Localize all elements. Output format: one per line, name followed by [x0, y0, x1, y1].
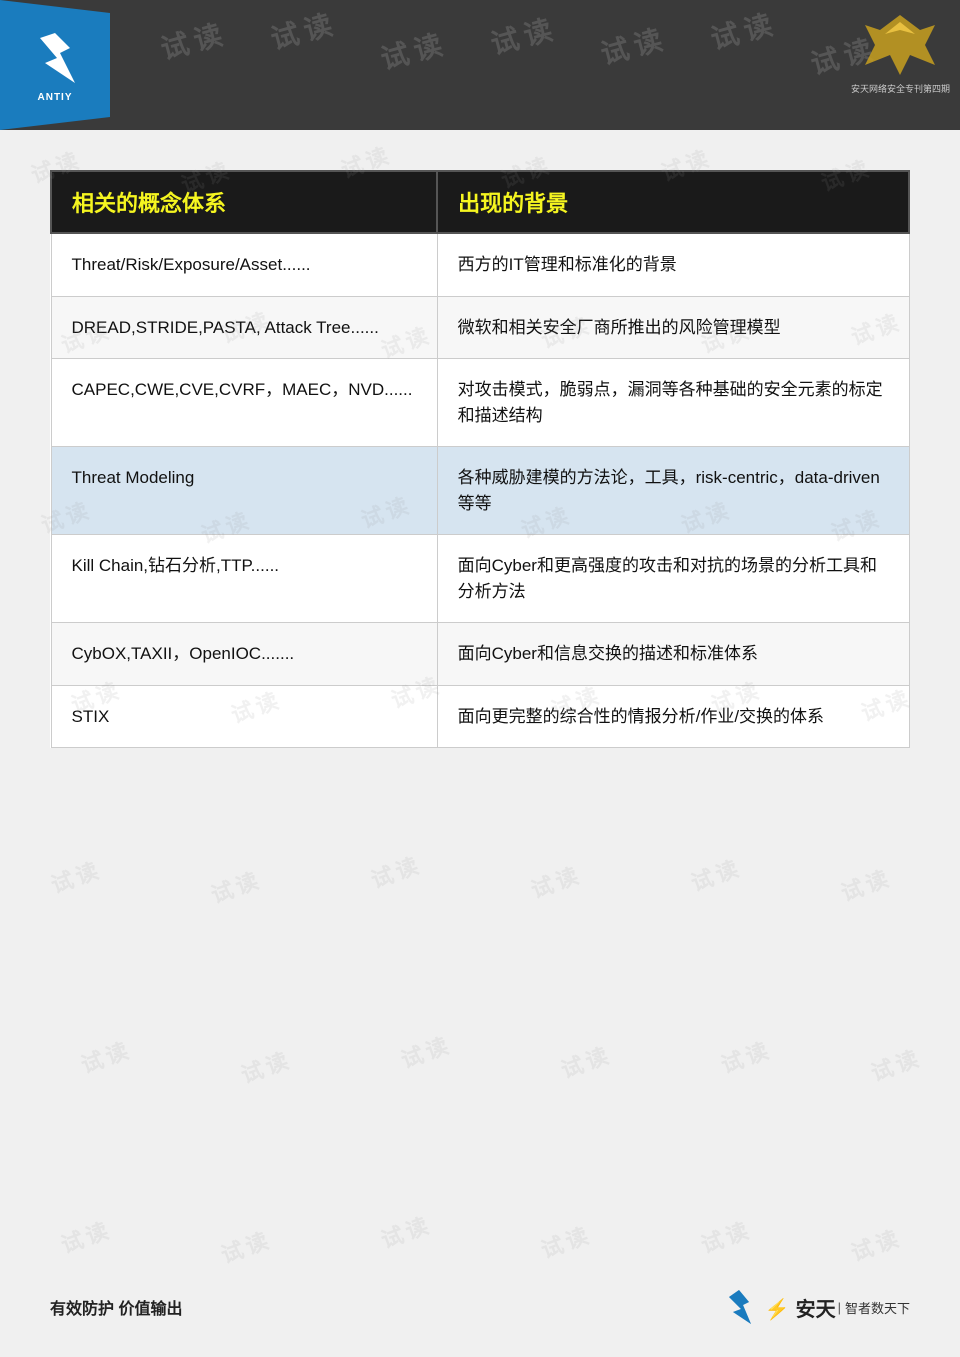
wm-r5c6: 试读	[836, 860, 896, 908]
header-brand-sub: 安天网络安全专刊第四期	[851, 82, 950, 95]
header-brand: 安天网络安全专刊第四期	[851, 10, 950, 95]
brand-logo-icon	[860, 10, 940, 80]
wm-r6c5: 试读	[716, 1032, 776, 1080]
antiy-logo-icon	[25, 28, 85, 88]
table-cell-right-3: 各种威胁建模的方法论，工具，risk-centric，data-driven等等	[437, 447, 909, 535]
header-wm-6: 试读	[706, 2, 782, 58]
wm-r5c3: 试读	[366, 847, 426, 895]
table-cell-left-6: STIX	[51, 685, 437, 748]
footer-logo-sub: 智者数天下	[845, 1298, 910, 1317]
table-row: CAPEC,CWE,CVE,CVRF，MAEC，NVD......对攻击模式，脆…	[51, 359, 909, 447]
header-wm-2: 试读	[266, 2, 342, 58]
table-cell-left-3: Threat Modeling	[51, 447, 437, 535]
wm-r7c4: 试读	[536, 1217, 596, 1265]
table-cell-left-4: Kill Chain,钻石分析,TTP......	[51, 535, 437, 623]
wm-r7c5: 试读	[696, 1212, 756, 1260]
wm-r6c3: 试读	[396, 1027, 456, 1075]
footer-logo: ⚡ 安天 | 智者数天下	[719, 1287, 910, 1327]
table-cell-left-1: DREAD,STRIDE,PASTA, Attack Tree......	[51, 296, 437, 359]
wm-r6c2: 试读	[236, 1042, 296, 1090]
header-logo: ANTIY	[0, 0, 110, 130]
footer: 有效防护 价值输出 ⚡ 安天 | 智者数天下	[0, 1287, 960, 1327]
table-row: DREAD,STRIDE,PASTA, Attack Tree......微软和…	[51, 296, 909, 359]
table-cell-right-1: 微软和相关安全厂商所推出的风险管理模型	[437, 296, 909, 359]
table-cell-right-0: 西方的IT管理和标准化的背景	[437, 233, 909, 296]
table-cell-right-2: 对攻击模式，脆弱点，漏洞等各种基础的安全元素的标定和描述结构	[437, 359, 909, 447]
footer-antiy-icon: ⚡	[765, 1299, 790, 1321]
wm-r5c1: 试读	[46, 852, 106, 900]
table-row: STIX面向更完整的综合性的情报分析/作业/交换的体系	[51, 685, 909, 748]
header-wm-4: 试读	[486, 7, 562, 63]
wm-r7c6: 试读	[846, 1220, 906, 1268]
header-wm-5: 试读	[596, 17, 672, 73]
table-cell-left-2: CAPEC,CWE,CVE,CVRF，MAEC，NVD......	[51, 359, 437, 447]
table-row: Threat/Risk/Exposure/Asset......西方的IT管理和…	[51, 233, 909, 296]
header: ANTIY 试读 试读 试读 试读 试读 试读 试读 安天网络安全专刊第四期	[0, 0, 960, 130]
table-cell-right-4: 面向Cyber和更高强度的攻击和对抗的场景的分析工具和分析方法	[437, 535, 909, 623]
table-cell-left-5: CybOX,TAXII，OpenIOC.......	[51, 623, 437, 686]
footer-logo-text: ⚡ 安天	[765, 1293, 836, 1322]
wm-r7c3: 试读	[376, 1207, 436, 1255]
table-cell-right-6: 面向更完整的综合性的情报分析/作业/交换的体系	[437, 685, 909, 748]
footer-slogan: 有效防护 价值输出	[50, 1295, 182, 1319]
logo-text: ANTIY	[38, 92, 73, 103]
col1-header: 相关的概念体系	[51, 171, 437, 233]
footer-antiy-label: 安天	[796, 1299, 836, 1321]
wm-r5c4: 试读	[526, 857, 586, 905]
wm-r7c1: 试读	[56, 1212, 116, 1260]
footer-logo-icon	[719, 1287, 759, 1327]
table-row: CybOX,TAXII，OpenIOC.......面向Cyber和信息交换的描…	[51, 623, 909, 686]
wm-r6c1: 试读	[76, 1032, 136, 1080]
main-content: 相关的概念体系 出现的背景 Threat/Risk/Exposure/Asset…	[0, 130, 960, 778]
col2-header: 出现的背景	[437, 171, 909, 233]
header-watermark-area: 试读 试读 试读 试读 试读 试读 试读	[110, 0, 960, 130]
wm-r7c2: 试读	[216, 1222, 276, 1270]
wm-r5c2: 试读	[206, 862, 266, 910]
wm-r6c6: 试读	[866, 1040, 926, 1088]
wm-r6c4: 试读	[556, 1037, 616, 1085]
table-header-row: 相关的概念体系 出现的背景	[51, 171, 909, 233]
table-row: Kill Chain,钻石分析,TTP......面向Cyber和更高强度的攻击…	[51, 535, 909, 623]
content-table: 相关的概念体系 出现的背景 Threat/Risk/Exposure/Asset…	[50, 170, 910, 748]
table-cell-left-0: Threat/Risk/Exposure/Asset......	[51, 233, 437, 296]
wm-r5c5: 试读	[686, 850, 746, 898]
table-row: Threat Modeling各种威胁建模的方法论，工具，risk-centri…	[51, 447, 909, 535]
header-wm-1: 试读	[156, 12, 232, 68]
table-cell-right-5: 面向Cyber和信息交换的描述和标准体系	[437, 623, 909, 686]
header-wm-3: 试读	[376, 22, 452, 78]
